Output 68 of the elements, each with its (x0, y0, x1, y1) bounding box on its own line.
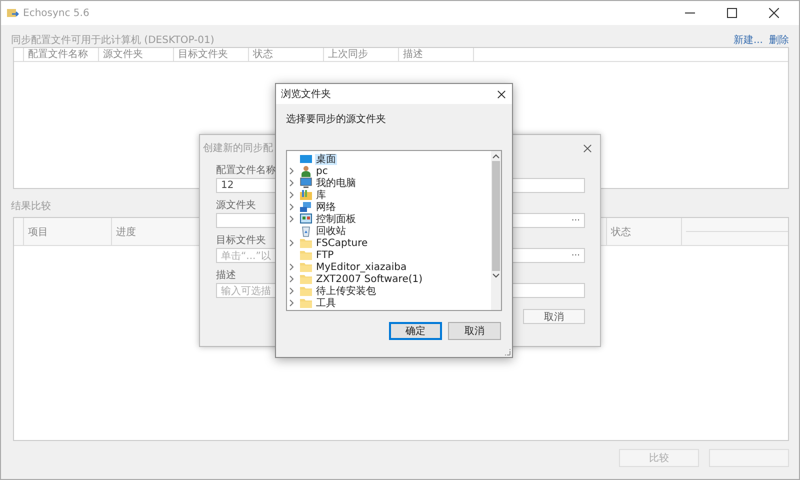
folder-icon (300, 273, 312, 285)
tree-item[interactable]: MyEditor_xiazaiba (315, 262, 408, 272)
field-label: 源文件夹 (216, 198, 256, 210)
expand-chevron-icon[interactable] (289, 191, 295, 199)
scroll-down-icon[interactable] (492, 273, 500, 279)
app-icon (7, 7, 19, 19)
cancel-button[interactable]: 取消 (523, 309, 585, 324)
section-label: 同步配置文件可用于此计算机 (DESKTOP-01) (11, 34, 214, 47)
tree-item[interactable]: 桌面 (315, 154, 337, 164)
close-icon[interactable] (583, 144, 592, 152)
tree-item[interactable]: 待上传安装包 (315, 286, 377, 296)
dialog-title: 创建新的同步配 (203, 142, 273, 155)
close-icon[interactable] (497, 90, 506, 98)
tree-item[interactable]: 网络 (315, 202, 337, 212)
tree-item[interactable]: 回收站 (315, 226, 347, 236)
expand-chevron-icon[interactable] (289, 215, 295, 223)
desktop-icon (300, 153, 312, 165)
button[interactable]: 确定 (389, 322, 442, 340)
expand-chevron-icon[interactable] (289, 287, 295, 295)
section-label: 结果比较 (11, 200, 51, 213)
tree-item[interactable]: 工具 (315, 298, 337, 308)
window-title: Echosync 5.6 (23, 8, 90, 18)
field-label: 描述 (216, 268, 236, 280)
browse-button[interactable]: ··· (571, 216, 580, 226)
column-header[interactable]: 源文件夹 (99, 48, 174, 61)
folder-icon (300, 249, 312, 261)
tree-item[interactable]: FTP (315, 250, 335, 260)
expand-chevron-icon[interactable] (289, 263, 295, 271)
field-label: 配置文件名称 (216, 164, 276, 175)
folder-icon (300, 285, 312, 297)
library-folder-icon (300, 189, 312, 201)
column-header[interactable]: 上次同步 (324, 48, 399, 61)
folder-icon (300, 261, 312, 273)
link[interactable]: 新建... (733, 33, 763, 47)
column-header[interactable]: 目标文件夹 (174, 48, 249, 61)
expand-chevron-icon[interactable] (289, 299, 295, 307)
tree-item[interactable]: 我的电脑 (315, 178, 357, 188)
expand-chevron-icon[interactable] (289, 239, 295, 247)
scroll-up-icon[interactable] (492, 153, 500, 159)
tree-item[interactable]: 库 (315, 190, 327, 200)
resize-grip-icon[interactable] (503, 348, 511, 356)
user-icon (300, 165, 312, 177)
expand-chevron-icon[interactable] (289, 275, 295, 283)
close-icon[interactable] (769, 8, 779, 18)
column-header[interactable]: 配置文件名称 (24, 48, 99, 61)
scrollbar[interactable] (491, 151, 501, 310)
column-header[interactable]: 状态 (249, 48, 324, 61)
prompt-text: 选择要同步的源文件夹 (286, 112, 387, 124)
expand-chevron-icon[interactable] (289, 203, 295, 211)
dialog-title: 浏览文件夹 (281, 88, 331, 101)
expand-chevron-icon[interactable] (289, 167, 295, 175)
folder-icon (300, 237, 312, 249)
field-label: 目标文件夹 (216, 234, 266, 245)
recycle-bin-icon (300, 225, 312, 237)
browse-button[interactable]: ··· (571, 250, 580, 260)
expand-chevron-icon[interactable] (289, 179, 295, 187)
tree-item[interactable]: 控制面板 (315, 214, 357, 224)
tree-item[interactable]: pc (315, 166, 329, 176)
button[interactable]: 取消 (448, 322, 501, 340)
network-icon (300, 201, 312, 213)
tree-item[interactable]: FSCapture (315, 238, 369, 248)
maximize-icon[interactable] (727, 8, 737, 18)
tree-item[interactable]: ZXT2007 Software(1) (315, 274, 424, 284)
monitor-icon (300, 177, 312, 189)
link[interactable]: 删除 (769, 33, 789, 47)
control-panel-icon (300, 213, 312, 225)
column-header[interactable]: 描述 (399, 48, 474, 61)
folder-icon (300, 297, 312, 309)
